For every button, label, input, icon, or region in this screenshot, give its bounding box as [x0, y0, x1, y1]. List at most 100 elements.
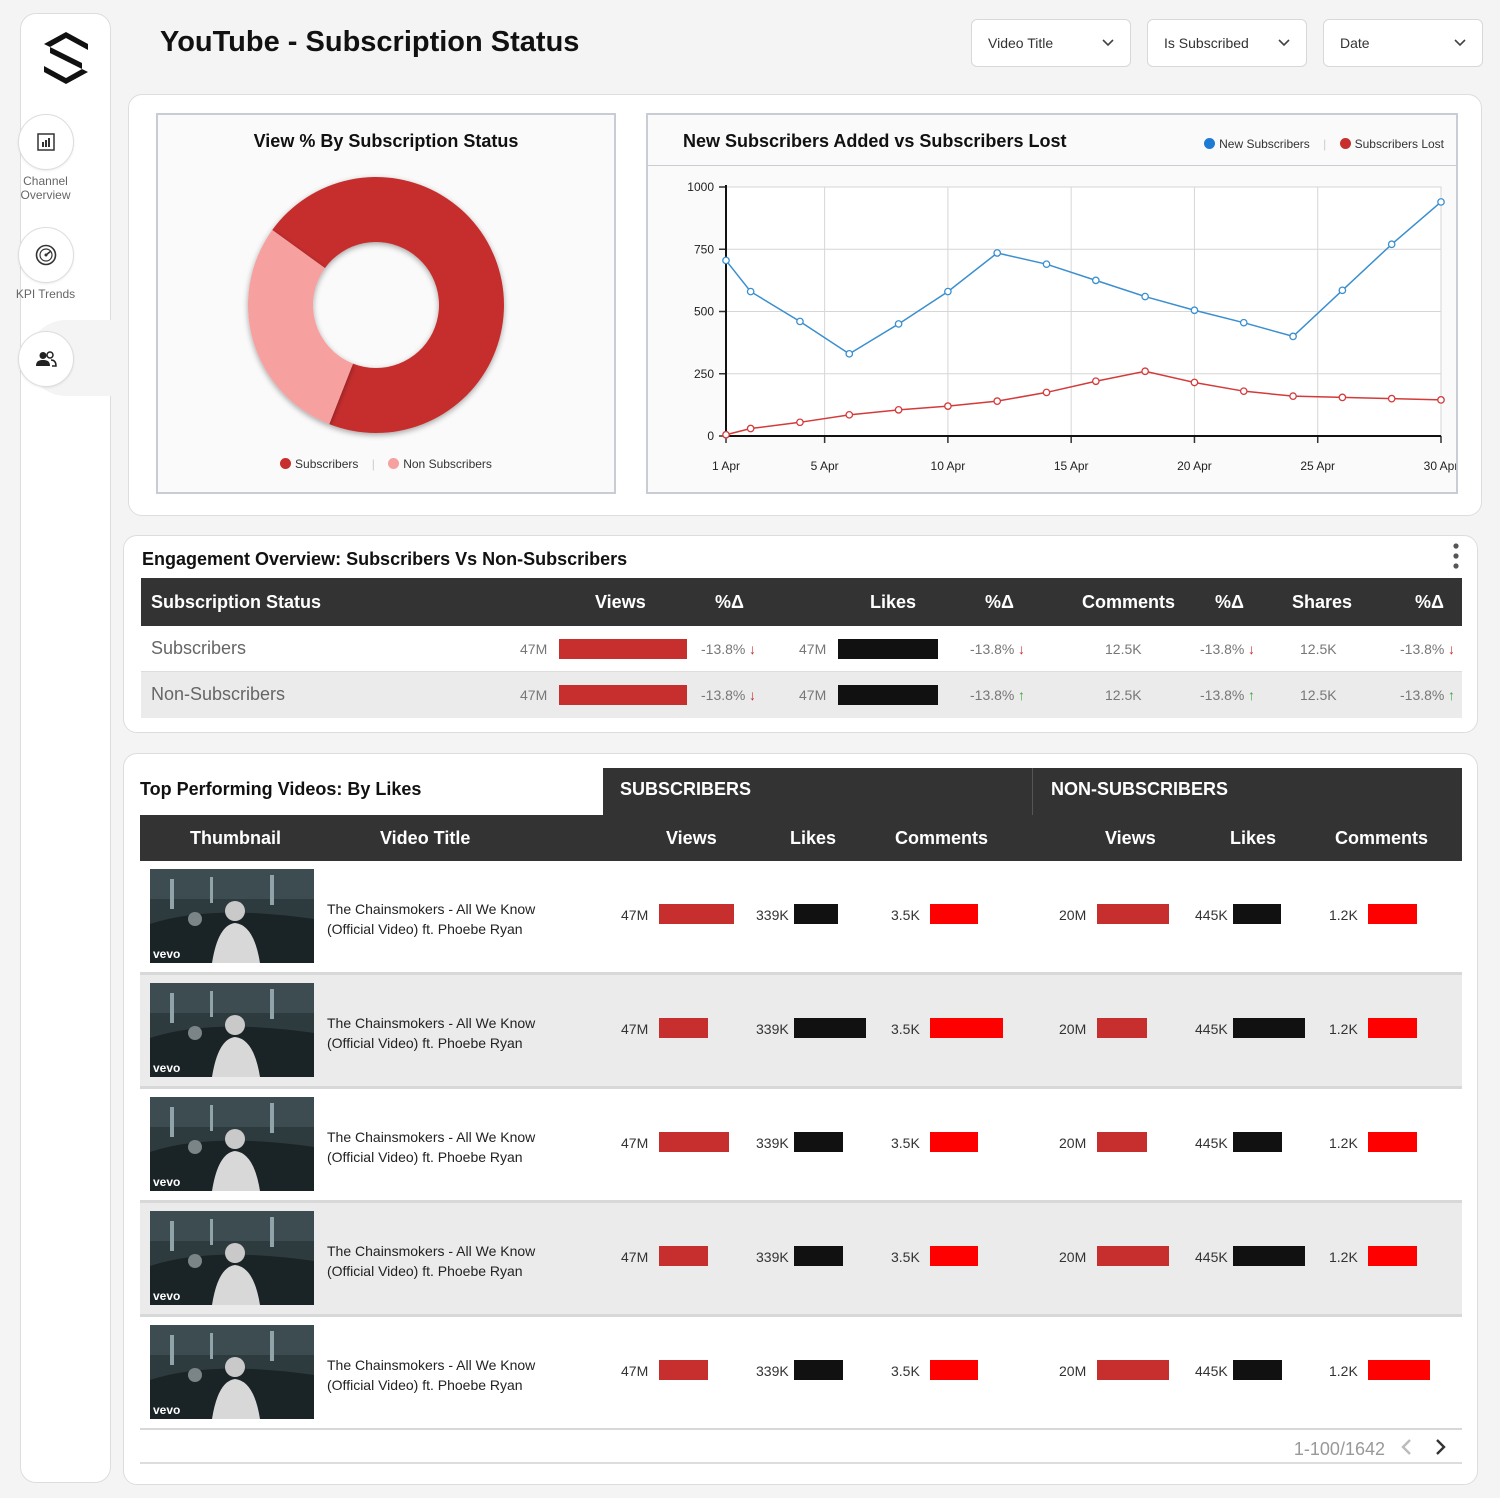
video-title-line: The Chainsmokers - All We Know: [327, 1357, 536, 1373]
arrow-down-icon: ↓: [1248, 641, 1255, 657]
nav-kpi-trends[interactable]: KPI Trends: [0, 227, 91, 301]
non-likes-bar: [1233, 1132, 1282, 1152]
video-thumbnail[interactable]: vevo: [150, 1325, 314, 1419]
x-tick-label: 30 Apr: [1424, 459, 1456, 473]
nav-label: Channel Overview: [20, 174, 71, 202]
views-delta: -13.8%: [701, 687, 746, 703]
point-new-subscribers: [845, 349, 854, 358]
point-subscribers-lost: [1141, 367, 1149, 376]
sub-comments-value: 3.5K: [891, 1363, 920, 1379]
filter-label: Video Title: [988, 35, 1054, 51]
shares-delta: -13.8%: [1400, 687, 1445, 703]
col-sub-likes: Likes: [790, 828, 837, 848]
point-new-subscribers: [746, 287, 755, 296]
point-subscribers-lost: [1239, 387, 1248, 396]
video-title-line: (Official Video) ft. Phoebe Ryan: [327, 1263, 523, 1279]
legend-subscribers: Subscribers: [295, 457, 359, 471]
point-new-subscribers: [1239, 318, 1248, 327]
sub-likes-value: 339K: [756, 907, 789, 923]
arrow-up-icon: ↑: [1248, 687, 1255, 703]
video-thumbnail[interactable]: vevo: [150, 983, 314, 1077]
video-title-line: (Official Video) ft. Phoebe Ryan: [327, 1035, 523, 1051]
non-likes-bar: [1233, 1360, 1282, 1380]
sub-comments-bar: [930, 1132, 978, 1152]
legend-dot: [280, 458, 292, 469]
non-comments-bar: [1368, 1360, 1430, 1380]
col-comments-delta: %Δ: [1215, 592, 1244, 612]
point-subscribers-lost: [1190, 378, 1199, 387]
point-subscribers-lost: [722, 430, 730, 439]
video-title[interactable]: The Chainsmokers - All We Know (Official …: [327, 1355, 535, 1395]
chevron-down-icon: [1102, 39, 1114, 47]
sub-likes-value: 339K: [756, 1021, 789, 1037]
point-new-subscribers: [1141, 292, 1149, 301]
arrow-down-icon: ↓: [1448, 641, 1455, 657]
vevo-badge: vevo: [153, 1289, 181, 1303]
x-tick-label: 20 Apr: [1177, 459, 1212, 473]
chevron-left-icon[interactable]: [1400, 1438, 1412, 1456]
video-title-line: (Official Video) ft. Phoebe Ryan: [327, 1149, 523, 1165]
table-header: Subscription Status Views %Δ Likes %Δ Co…: [141, 578, 1462, 626]
comments-value: 12.5K: [1105, 687, 1142, 703]
non-likes-value: 445K: [1195, 1249, 1228, 1265]
non-comments-value: 1.2K: [1329, 1135, 1358, 1151]
table-row[interactable]: vevo The Chainsmokers - All We Know (Offic…: [140, 1089, 1462, 1203]
more-options-icon[interactable]: [1452, 542, 1460, 570]
point-new-subscribers: [722, 256, 730, 265]
filter-label: Is Subscribed: [1164, 35, 1249, 51]
video-title[interactable]: The Chainsmokers - All We Know (Official …: [327, 899, 535, 939]
point-subscribers-lost: [746, 424, 755, 433]
x-tick-label: 5 Apr: [811, 459, 839, 473]
video-title[interactable]: The Chainsmokers - All We Know (Official …: [327, 1013, 535, 1053]
video-thumbnail[interactable]: vevo: [150, 1211, 314, 1305]
arrow-down-icon: ↓: [749, 641, 756, 657]
point-subscribers-lost: [1042, 388, 1051, 397]
point-subscribers-lost: [1338, 393, 1347, 402]
nav-subscribers[interactable]: [0, 331, 91, 387]
video-title-line: (Official Video) ft. Phoebe Ryan: [327, 921, 523, 937]
engagement-table: Subscription Status Views %Δ Likes %Δ Co…: [141, 578, 1462, 718]
x-tick-label: 25 Apr: [1300, 459, 1335, 473]
filter-date[interactable]: Date: [1323, 19, 1483, 67]
table-row[interactable]: Subscribers 47M -13.8% ↓ 47M -13.8% ↓ 12…: [141, 626, 1462, 672]
sub-views-bar: [659, 1132, 729, 1152]
y-tick-label: 750: [694, 242, 714, 256]
nav-channel-overview[interactable]: Channel Overview: [0, 114, 91, 202]
video-thumbnail[interactable]: vevo: [150, 869, 314, 963]
nav-label: KPI Trends: [15, 287, 76, 301]
table-row[interactable]: vevo The Chainsmokers - All We Know (Offic…: [140, 861, 1462, 975]
table-row[interactable]: vevo The Chainsmokers - All We Know (Offic…: [140, 975, 1462, 1089]
non-views-bar: [1097, 1360, 1169, 1380]
shares-value: 12.5K: [1300, 641, 1337, 657]
sub-comments-value: 3.5K: [891, 1249, 920, 1265]
pagination-bar: 1-100/1642: [140, 1430, 1462, 1464]
pagination-text: 1-100/1642: [1293, 1439, 1385, 1459]
non-views-bar: [1097, 1246, 1169, 1266]
chevron-right-icon[interactable]: [1435, 1438, 1447, 1456]
video-title[interactable]: The Chainsmokers - All We Know (Official …: [327, 1127, 535, 1167]
table-row[interactable]: vevo The Chainsmokers - All We Know (Offic…: [140, 1317, 1462, 1431]
sub-views-value: 47M: [621, 1363, 649, 1379]
sub-likes-value: 339K: [756, 1363, 789, 1379]
point-new-subscribers: [1338, 286, 1347, 295]
non-views-bar: [1097, 1018, 1147, 1038]
video-title-line: The Chainsmokers - All We Know: [327, 1243, 536, 1259]
sub-likes-bar: [794, 1246, 843, 1266]
table-row[interactable]: vevo The Chainsmokers - All We Know (Offic…: [140, 1203, 1462, 1317]
table-row[interactable]: Non-Subscribers 47M -13.8% ↓ 47M -13.8% …: [141, 672, 1462, 718]
donut-panel: View % By Subscription Status Subscriber…: [156, 113, 616, 494]
comments-delta: -13.8%: [1200, 687, 1245, 703]
non-views-value: 20M: [1059, 1021, 1087, 1037]
logo-icon: [44, 32, 88, 84]
col-views-delta: %Δ: [715, 592, 744, 612]
non-comments-bar: [1368, 1132, 1417, 1152]
sub-views-bar: [659, 1018, 708, 1038]
vevo-badge: vevo: [153, 947, 181, 961]
sub-likes-bar: [794, 1132, 843, 1152]
filter-video-title[interactable]: Video Title: [971, 19, 1131, 67]
arrow-down-icon: ↓: [749, 687, 756, 703]
video-thumbnail[interactable]: vevo: [150, 1097, 314, 1191]
video-title[interactable]: The Chainsmokers - All We Know (Official …: [327, 1241, 535, 1281]
filter-is-subscribed[interactable]: Is Subscribed: [1147, 19, 1307, 67]
x-tick-label: 15 Apr: [1054, 459, 1089, 473]
